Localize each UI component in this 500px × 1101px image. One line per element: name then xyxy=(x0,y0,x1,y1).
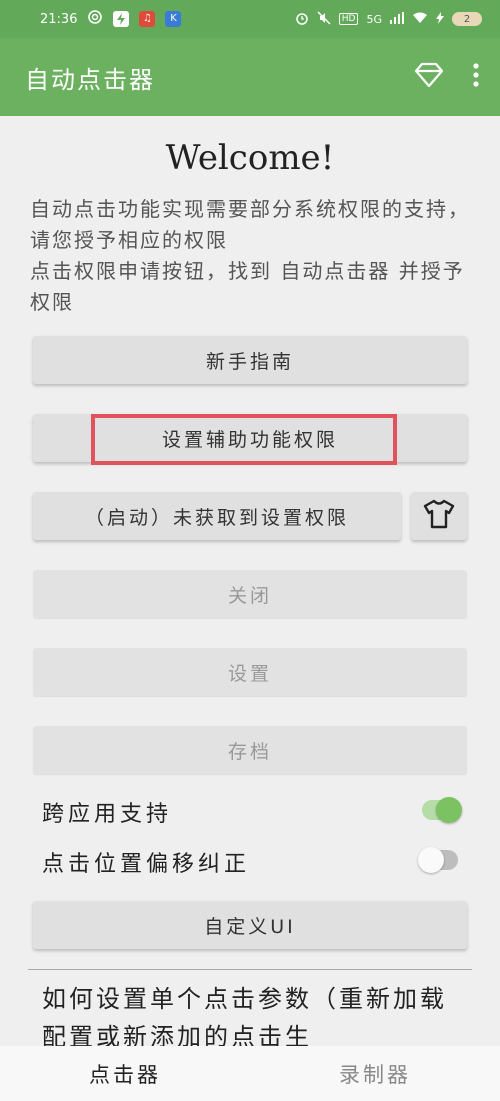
desc-line-1: 自动点击功能实现需要部分系统权限的支持，请您授予相应的权限 xyxy=(30,197,470,252)
offset-correction-label: 点击位置偏移纠正 xyxy=(42,852,251,877)
status-time: 21:36 xyxy=(40,11,78,27)
signal-icon xyxy=(390,11,404,27)
help-link-text[interactable]: 如何设置单个点击参数（重新加载配置或新添加的点击生 xyxy=(42,980,462,1046)
cross-app-switch[interactable] xyxy=(422,797,462,823)
tab-clicker[interactable]: 点击器 xyxy=(0,1059,250,1089)
offset-correction-switch[interactable] xyxy=(418,847,458,873)
skin-button[interactable] xyxy=(411,492,467,540)
bottom-nav: 点击器 录制器 xyxy=(0,1046,500,1101)
status-bar: 21:36 ♫ K HD 5G 2 xyxy=(0,0,500,38)
bolt-app-icon xyxy=(113,11,130,27)
cross-app-row: 跨应用支持 xyxy=(42,792,462,832)
app-title: 自动点击器 xyxy=(25,65,155,94)
divider xyxy=(28,969,472,970)
swirl-app-icon xyxy=(87,9,103,29)
battery-icon: 2 xyxy=(452,12,482,26)
app-bar: 自动点击器 xyxy=(0,38,500,116)
more-vert-icon[interactable] xyxy=(472,63,480,91)
archive-button[interactable]: 存档 xyxy=(33,726,467,774)
welcome-heading: Welcome! xyxy=(165,138,335,178)
highlight-box xyxy=(91,414,397,465)
main-content: Welcome! 自动点击功能实现需要部分系统权限的支持，请您授予相应的权限 点… xyxy=(0,116,500,1046)
charging-icon xyxy=(436,11,444,27)
music-app-icon: ♫ xyxy=(139,11,156,27)
tshirt-icon xyxy=(423,499,455,534)
wifi-icon xyxy=(412,12,428,27)
tab-recorder[interactable]: 录制器 xyxy=(250,1059,500,1089)
desc-line-2: 点击权限申请按钮，找到 自动点击器 并授予权限 xyxy=(30,259,465,314)
diamond-icon[interactable] xyxy=(414,62,444,92)
settings-button[interactable]: 设置 xyxy=(33,648,467,696)
custom-ui-button[interactable]: 自定义UI xyxy=(33,901,467,949)
start-button[interactable]: （启动）未获取到设置权限 xyxy=(33,492,401,540)
k-app-icon: K xyxy=(165,11,182,27)
network-label: 5G xyxy=(366,12,382,26)
switch-knob xyxy=(418,847,444,873)
guide-button[interactable]: 新手指南 xyxy=(33,336,467,384)
offset-correction-row: 点击位置偏移纠正 xyxy=(42,842,462,882)
mute-icon xyxy=(317,10,331,28)
close-button[interactable]: 关闭 xyxy=(33,570,467,618)
switch-knob xyxy=(436,797,462,823)
hd-icon: HD xyxy=(338,13,359,25)
permission-description: 自动点击功能实现需要部分系统权限的支持，请您授予相应的权限 点击权限申请按钮，找… xyxy=(30,194,475,318)
cross-app-label: 跨应用支持 xyxy=(42,802,173,827)
alarm-icon xyxy=(295,11,309,28)
